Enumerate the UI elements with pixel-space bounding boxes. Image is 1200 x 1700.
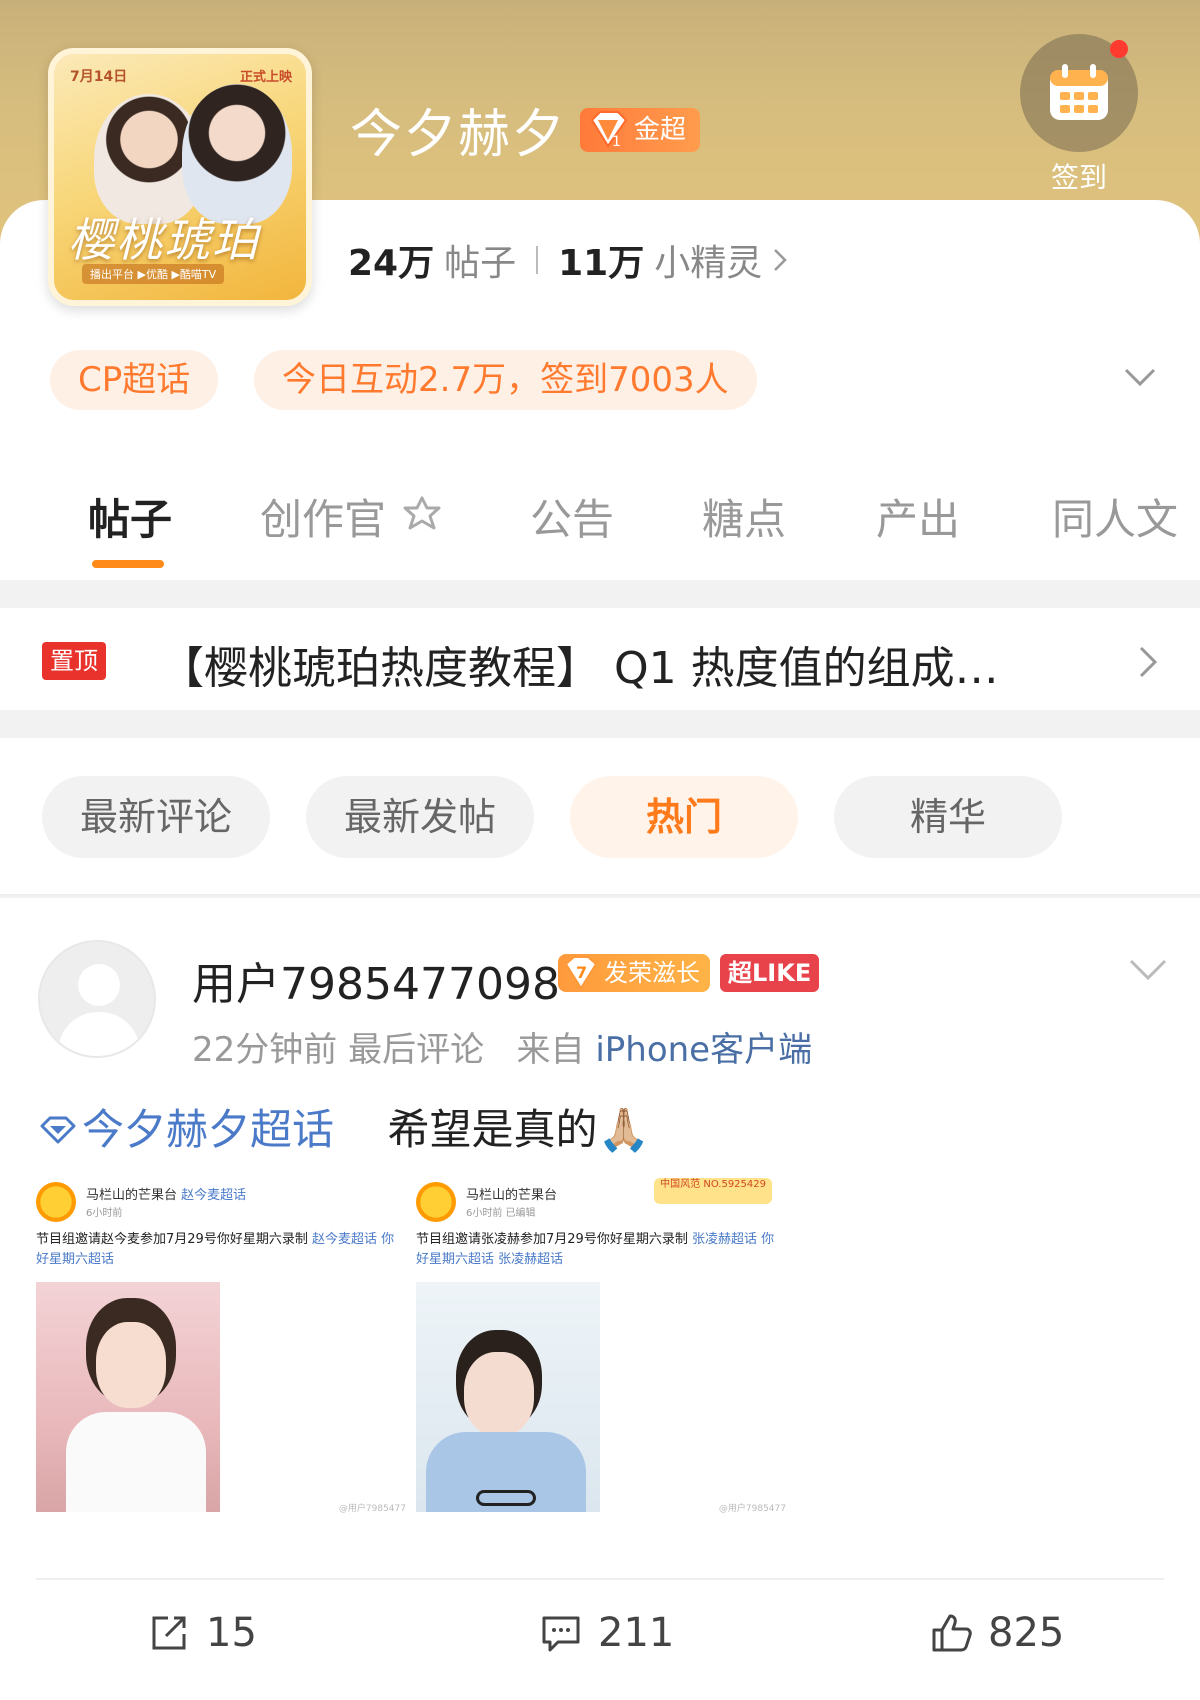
chevron-right-icon[interactable] xyxy=(772,247,788,273)
actress-photo xyxy=(36,1282,220,1512)
cover-status: 正式上映 xyxy=(239,70,292,85)
members-label[interactable]: 小精灵 xyxy=(654,234,762,286)
post-image-1[interactable]: 马栏山的芒果台 赵今麦超话 6小时前 节目组邀请赵今麦参加7月29号你好星期六录… xyxy=(36,1170,406,1540)
calendar-icon xyxy=(1050,64,1108,120)
mango-tv-logo xyxy=(416,1182,456,1222)
repost-button[interactable]: 15 xyxy=(146,1610,257,1656)
post-meta: 22分钟前 最后评论 来自 iPhone客户端 xyxy=(192,1022,812,1071)
filter-latest-comments[interactable]: 最新评论 xyxy=(42,776,270,858)
super-topic-icon xyxy=(40,1116,76,1144)
cover-date: 7月14日 xyxy=(70,69,128,85)
filter-latest-posts[interactable]: 最新发帖 xyxy=(306,776,534,858)
chevron-right-icon[interactable] xyxy=(1136,644,1162,680)
photo-glasses xyxy=(476,1490,536,1506)
daily-activity-pill[interactable]: 今日互动2.7万，签到7003人 xyxy=(254,350,757,410)
checkin-label[interactable]: 签到 xyxy=(1020,156,1138,196)
chevron-down-icon[interactable] xyxy=(1128,956,1168,984)
filter-hot[interactable]: 热门 xyxy=(570,776,798,858)
photo-face xyxy=(96,1322,166,1408)
tab-posts[interactable]: 帖子 xyxy=(88,486,172,547)
badge-icon xyxy=(403,496,441,530)
image-watermark: @用户7985477 xyxy=(338,1504,406,1514)
topic-cover-image[interactable]: 7月14日 正式上映 樱桃琥珀 播出平台 ▶优酷 ▶酷喵TV xyxy=(48,48,312,306)
svg-text:1: 1 xyxy=(612,134,621,150)
posts-label: 帖子 xyxy=(444,243,517,284)
photo-face xyxy=(464,1352,534,1436)
like-count: 825 xyxy=(988,1610,1065,1656)
posts-count: 24万 xyxy=(348,243,435,284)
active-tab-indicator xyxy=(92,560,164,568)
cp-topic-pill[interactable]: CP超话 xyxy=(50,350,219,410)
post-card: 用户7985477098 7 发荣滋长 超LIKE 22分钟前 最后评论 来自 … xyxy=(0,898,1200,1700)
post-text: 希望是真的🙏🏼 xyxy=(387,1105,650,1154)
image-account: 马栏山的芒果台 xyxy=(466,1188,558,1203)
post-content[interactable]: 今夕赫夕超话 希望是真的🙏🏼 xyxy=(38,1096,650,1157)
topic-link-label: 今夕赫夕超话 xyxy=(82,1105,335,1154)
avatar-head xyxy=(78,964,120,1006)
members-count[interactable]: 11万 xyxy=(558,234,644,286)
notification-dot xyxy=(1110,40,1128,58)
super-like-badge: 超LIKE xyxy=(720,954,820,992)
mango-tv-logo xyxy=(36,1182,76,1222)
stats-divider xyxy=(536,246,539,274)
cover-actress-figure xyxy=(182,84,292,224)
image-time: 6小时前 xyxy=(86,1208,123,1219)
chevron-down-icon[interactable] xyxy=(1122,360,1158,396)
post-time: 22分钟前 xyxy=(192,1030,338,1070)
tab-fanfiction[interactable]: 同人文 xyxy=(1052,486,1178,547)
tab-creators[interactable]: 创作官 xyxy=(260,486,445,547)
topic-link[interactable]: 今夕赫夕超话 xyxy=(38,1105,334,1154)
post-activity: 最后评论 xyxy=(348,1030,485,1070)
cover-platforms: 播出平台 ▶优酷 ▶酷喵TV xyxy=(82,264,225,284)
topic-tabs: 帖子 创作官 公告 糖点 产出 同人文 xyxy=(0,480,1200,578)
photo-shirt xyxy=(66,1412,206,1512)
pinned-title[interactable]: 【樱桃琥珀热度教程】 Q1 热度值的组成… xyxy=(160,632,999,696)
user-level-label: 发荣滋长 xyxy=(604,959,700,987)
tab-creators-label: 创作官 xyxy=(260,495,387,544)
share-icon xyxy=(152,1616,186,1650)
cover-title-art: 樱桃琥珀 xyxy=(68,213,260,267)
post-source[interactable]: iPhone客户端 xyxy=(595,1030,812,1070)
avatar[interactable] xyxy=(38,940,156,1058)
image-watermark: @用户7985477 xyxy=(718,1504,786,1514)
diamond-icon: 1 xyxy=(590,111,628,150)
avatar-body xyxy=(58,1012,140,1056)
tab-creations[interactable]: 产出 xyxy=(876,486,960,547)
repost-count: 15 xyxy=(206,1610,257,1656)
user-level-badge: 7 发荣滋长 xyxy=(558,954,710,992)
tab-sweet-moments[interactable]: 糖点 xyxy=(702,486,786,547)
level-number: 7 xyxy=(576,963,587,982)
post-image-2[interactable]: 马栏山的芒果台 6小时前 已编辑 中国风范 NO.5925429 节目组邀请张凌… xyxy=(416,1170,786,1540)
like-button[interactable]: 825 xyxy=(928,1610,1064,1656)
thumbs-up-icon xyxy=(932,1614,972,1652)
checkin-button[interactable] xyxy=(1020,34,1138,152)
topic-level-label: 金超 xyxy=(634,115,687,145)
image-time: 6小时前 已编辑 xyxy=(466,1208,536,1219)
sort-filters: 最新评论 最新发帖 热门 精华 xyxy=(0,738,1200,896)
pinned-post[interactable]: 置顶 【樱桃琥珀热度教程】 Q1 热度值的组成… xyxy=(0,608,1200,710)
post-username[interactable]: 用户7985477098 xyxy=(192,948,560,1012)
filter-featured[interactable]: 精华 xyxy=(834,776,1062,858)
image-stamp: 中国风范 NO.5925429 xyxy=(654,1178,772,1204)
pinned-badge: 置顶 xyxy=(42,642,106,680)
actor-photo xyxy=(416,1282,600,1512)
topic-level-badge: 1 金超 xyxy=(580,108,701,152)
topic-title: 今夕赫夕 xyxy=(350,105,567,165)
comment-icon xyxy=(542,1616,580,1652)
image-description: 节目组邀请张凌赫参加7月29号你好星期六录制 张凌赫超话 你好星期六超话 张凌赫… xyxy=(416,1232,775,1267)
post-from-label: 来自 xyxy=(516,1030,585,1070)
topic-stats: 24万 帖子 11万 小精灵 xyxy=(348,234,788,286)
image-account: 马栏山的芒果台 赵今麦超话 xyxy=(86,1188,247,1203)
comment-button[interactable]: 211 xyxy=(538,1610,674,1656)
image-description: 节目组邀请赵今麦参加7月29号你好星期六录制 赵今麦超话 你好星期六超话 xyxy=(36,1232,395,1267)
comment-count: 211 xyxy=(598,1610,675,1656)
post-divider xyxy=(36,1578,1164,1580)
level-diamond-icon: 7 xyxy=(564,956,598,990)
tab-announcements[interactable]: 公告 xyxy=(530,486,614,547)
